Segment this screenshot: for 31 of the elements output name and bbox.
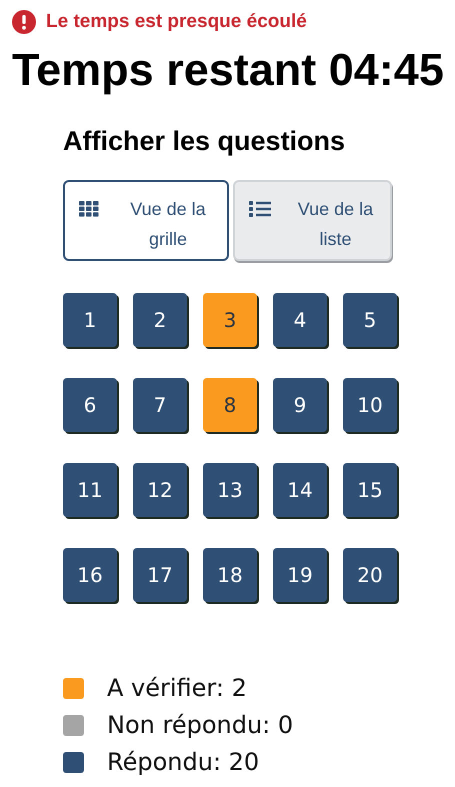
question-button[interactable]: 3	[203, 293, 257, 347]
question-button[interactable]: 8	[203, 378, 257, 432]
grid-icon	[79, 201, 99, 217]
question-button[interactable]: 2	[133, 293, 187, 347]
legend-label: Répondu: 20	[107, 748, 260, 776]
view-toggle-button[interactable]: Vue de la grille	[63, 180, 229, 261]
time-remaining: Temps restant 04:45	[12, 44, 445, 96]
legend-label: A vérifier: 2	[107, 674, 247, 702]
question-button[interactable]: 17	[133, 548, 187, 602]
legend-label: Non répondu: 0	[107, 711, 294, 739]
list-icon	[249, 201, 271, 217]
question-button[interactable]: 1	[63, 293, 117, 347]
question-button[interactable]: 14	[273, 463, 327, 517]
question-button[interactable]: 16	[63, 548, 117, 602]
question-button[interactable]: 11	[63, 463, 117, 517]
question-button[interactable]: 6	[63, 378, 117, 432]
question-button[interactable]: 10	[343, 378, 397, 432]
question-button[interactable]: 7	[133, 378, 187, 432]
question-button[interactable]: 13	[203, 463, 257, 517]
view-toggle-button[interactable]: Vue de la liste	[233, 180, 392, 261]
section-heading: Afficher les questions	[63, 126, 346, 157]
question-button[interactable]: 19	[273, 548, 327, 602]
question-button[interactable]: 9	[273, 378, 327, 432]
question-button[interactable]: 20	[343, 548, 397, 602]
question-button[interactable]: 4	[273, 293, 327, 347]
warning-text: Le temps est presque écoulé	[46, 11, 307, 33]
warning-icon	[12, 10, 36, 34]
question-button[interactable]: 12	[133, 463, 187, 517]
question-button[interactable]: 15	[343, 463, 397, 517]
question-button[interactable]: 18	[203, 548, 257, 602]
question-button[interactable]: 5	[343, 293, 397, 347]
